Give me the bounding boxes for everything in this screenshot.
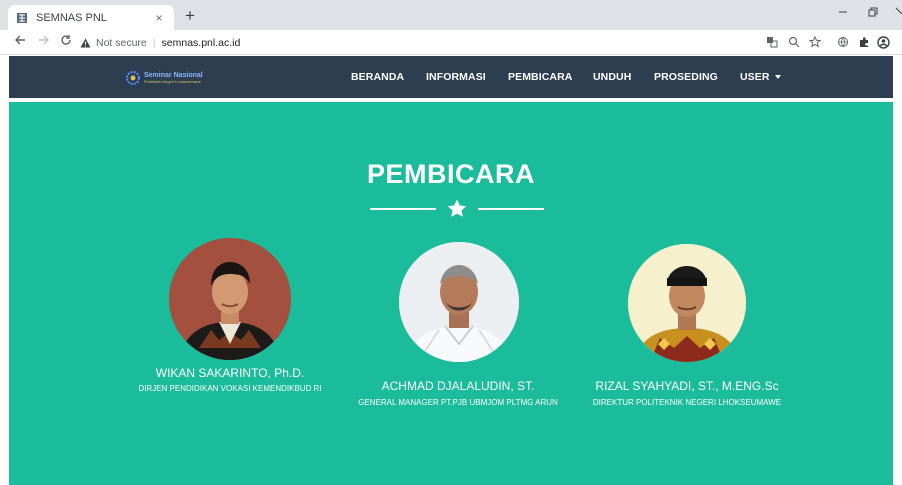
divider-line-left [370, 208, 436, 210]
nav-user-dropdown[interactable]: USER [740, 56, 781, 98]
nav-beranda[interactable]: BERANDA [351, 56, 404, 98]
address-bar: Not secure | semnas.pnl.ac.id [0, 30, 902, 55]
speaker-portrait-icon [399, 242, 519, 362]
section-title: PEMBICARA [366, 159, 535, 189]
speaker-role: DIRJEN PENDIDIKAN VOKASI KEMENDIKBUD RI [138, 384, 322, 393]
logo-mark-icon [126, 71, 140, 85]
caret-down-icon [774, 75, 781, 79]
extension-globe-icon[interactable] [836, 35, 850, 49]
speaker-photo [169, 238, 291, 360]
speaker-photo [628, 244, 746, 362]
extensions-puzzle-icon[interactable] [857, 35, 871, 49]
site-favicon-icon [16, 12, 28, 24]
site-logo[interactable]: Seminar Nasional Politeknik Negeri Lhoks… [125, 68, 217, 88]
speaker-name: RIZAL SYAHYADI, ST., M.ENG.Sc [595, 379, 779, 393]
back-icon[interactable] [12, 34, 28, 50]
browser-tab-strip: SEMNAS PNL × + [0, 0, 902, 30]
nav-proseding[interactable]: PROSEDING [654, 56, 718, 98]
nav-unduh[interactable]: UNDUH [593, 56, 631, 98]
tab-close-icon[interactable]: × [152, 11, 166, 25]
minimize-icon[interactable] [838, 6, 848, 20]
warning-icon[interactable] [80, 38, 91, 48]
speaker-portrait-icon [169, 238, 291, 360]
url-field[interactable]: Not secure | semnas.pnl.ac.id [80, 33, 830, 52]
divider-line-right [478, 208, 544, 210]
speaker-role: GENERAL MANAGER PT.PJB UBMJOM PLTMG ARUN [358, 398, 558, 407]
translate-icon[interactable] [765, 35, 779, 49]
speaker-name: WIKAN SAKARINTO, Ph.D. [155, 366, 305, 380]
speaker-portrait-icon [628, 244, 746, 362]
browser-tab[interactable]: SEMNAS PNL × [8, 5, 174, 30]
url-text: semnas.pnl.ac.id [161, 36, 241, 49]
profile-icon[interactable] [876, 35, 890, 49]
url-separator: | [152, 36, 156, 49]
nav-informasi[interactable]: INFORMASI [426, 56, 486, 98]
restore-icon[interactable] [868, 6, 878, 20]
tab-title: SEMNAS PNL [36, 11, 107, 24]
logo-title: Seminar Nasional [144, 72, 203, 79]
new-tab-button[interactable]: + [180, 6, 200, 26]
speaker-name: ACHMAD DJALALUDIN, ST. [381, 379, 535, 393]
forward-icon[interactable] [36, 34, 52, 50]
speaker-role: DIREKTUR POLITEKNIK NEGERI LHOKSEUMAWE [592, 398, 782, 407]
zoom-icon[interactable] [787, 35, 801, 49]
security-label: Not secure [96, 36, 147, 49]
nav-user-label: USER [740, 71, 770, 83]
reload-icon[interactable] [58, 34, 74, 50]
speaker-photo [399, 242, 519, 362]
nav-pembicara[interactable]: PEMBICARA [508, 56, 573, 98]
close-window-icon[interactable] [895, 6, 902, 20]
site-navbar: Seminar Nasional Politeknik Negeri Lhoks… [9, 56, 893, 98]
bookmark-star-icon[interactable] [808, 35, 822, 49]
logo-subtitle: Politeknik Negeri Lhokseumawe [144, 79, 201, 84]
speakers-section: PEMBICARA WIKAN SAKARINTO, Ph.D. DIRJEN … [9, 102, 893, 485]
star-icon [447, 199, 467, 217]
